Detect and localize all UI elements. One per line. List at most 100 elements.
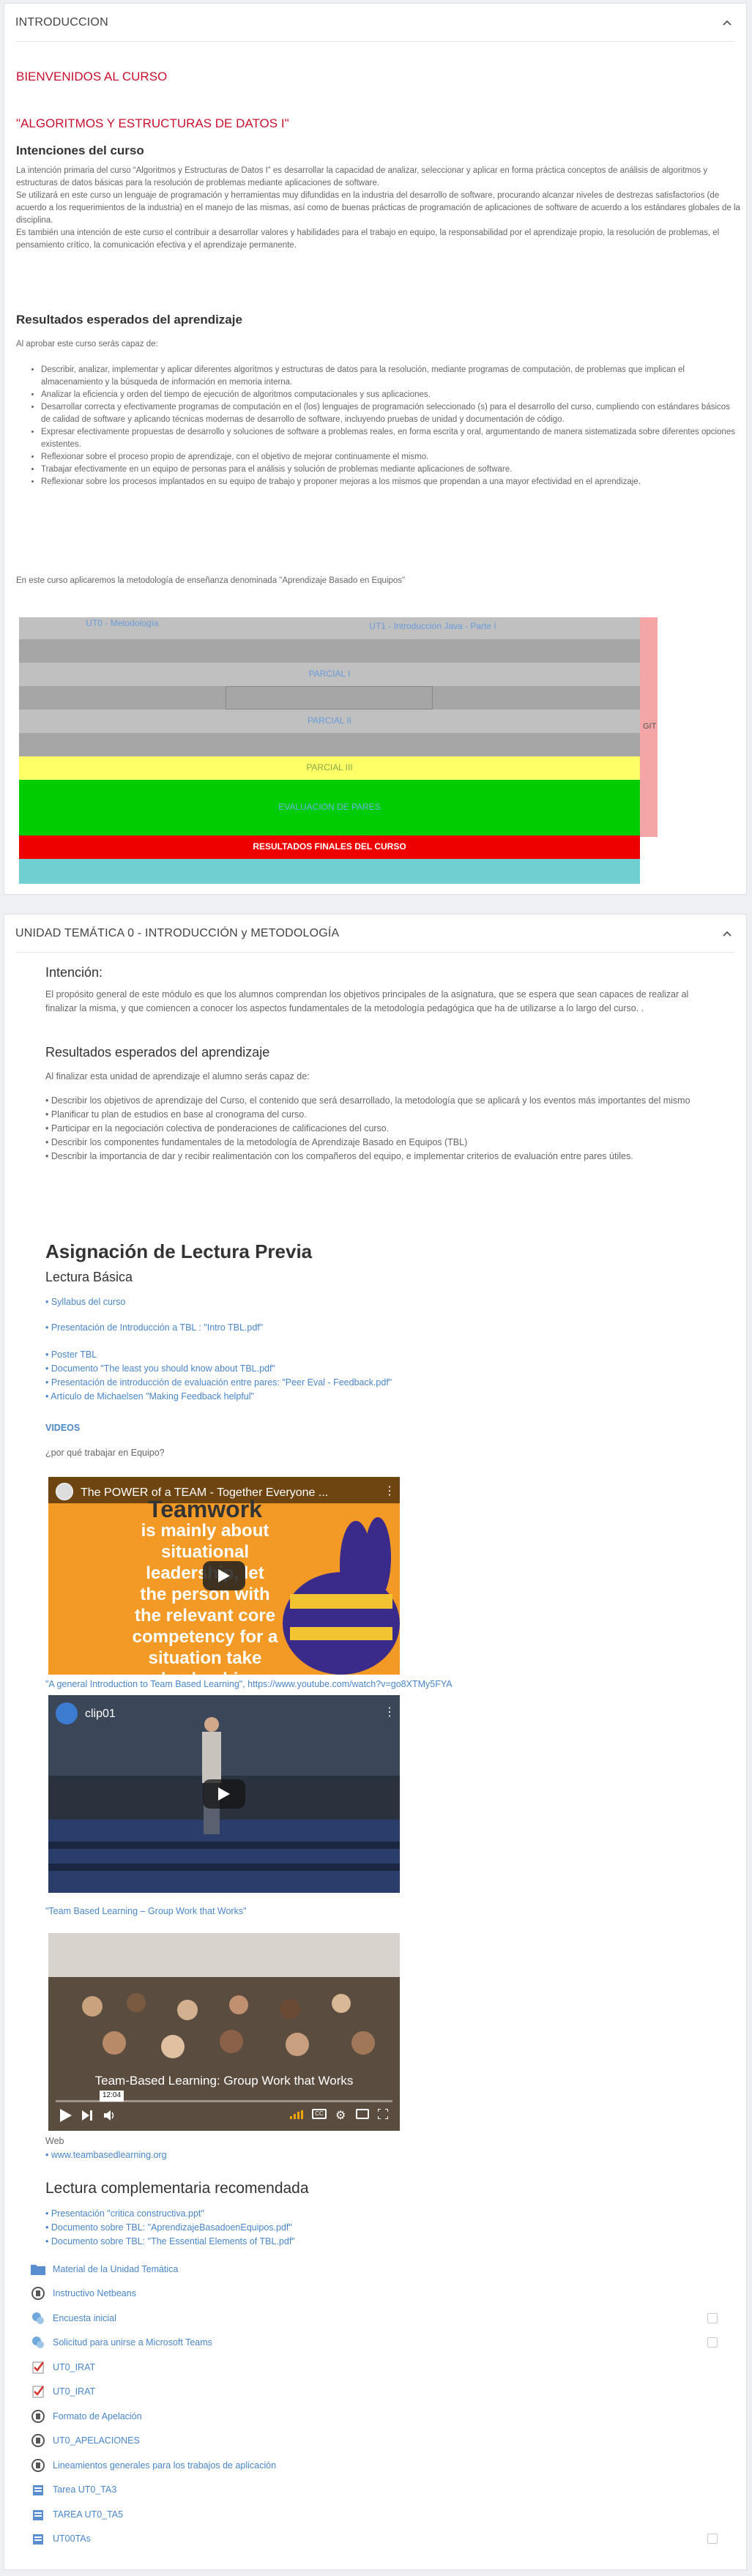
activity-row[interactable]: Formato de Apelación xyxy=(31,2408,734,2425)
assign-icon xyxy=(31,2507,45,2522)
activity-link[interactable]: Lineamientos generales para los trabajos… xyxy=(53,2459,276,2472)
schedule-cell-ut0: UT0 - Metodología xyxy=(19,617,226,628)
overlay-line: competency for a xyxy=(132,1627,278,1647)
overlay-line: situational xyxy=(160,1542,249,1562)
activity-link[interactable]: UT00TAs xyxy=(53,2532,91,2545)
basic-link[interactable]: • Syllabus del curso xyxy=(45,1295,125,1309)
completion-checkbox[interactable] xyxy=(707,2337,718,2348)
ut0-outcomes-heading: Resultados esperados del aprendizaje xyxy=(45,1045,270,1060)
activity-row[interactable]: Lineamientos generales para los trabajos… xyxy=(31,2457,734,2474)
welcome-heading: BIENVENIDOS AL CURSO xyxy=(16,70,168,83)
activity-row[interactable]: TAREA UT0_TA5 xyxy=(31,2506,734,2523)
basic-link[interactable]: • Artículo de Michaelsen "Making Feedbac… xyxy=(45,1390,254,1404)
assign-icon xyxy=(31,2482,45,2497)
activity-row[interactable]: Instructivo Netbeans xyxy=(31,2285,734,2302)
course-schedule: UT0 - Metodología UT1 - Introducción Jav… xyxy=(19,617,663,888)
survey-icon xyxy=(31,2311,45,2326)
play-icon[interactable] xyxy=(60,2109,72,2126)
basic-link[interactable]: • Presentación de introducción de evalua… xyxy=(45,1376,392,1390)
volume-icon[interactable] xyxy=(104,2110,116,2124)
schedule-cell xyxy=(19,859,640,884)
overlay-line: situation take xyxy=(148,1648,262,1668)
activity-link[interactable]: UT0_IRAT xyxy=(53,2385,95,2398)
videos-label: VIDEOS xyxy=(45,1423,81,1433)
activity-link[interactable]: Solicitud para unirse a Microsoft Teams xyxy=(53,2336,212,2349)
survey-icon xyxy=(31,2335,45,2350)
video-player[interactable]: The POWER of a TEAM - Together Everyone … xyxy=(48,1477,400,1675)
play-button[interactable] xyxy=(203,1779,245,1809)
activity-link[interactable]: Encuesta inicial xyxy=(53,2312,116,2325)
basic-link[interactable]: • Presentación de Introducción a TBL : "… xyxy=(45,1321,263,1335)
schedule-cell-ut1: UT1 - Introducción Java - Parte I xyxy=(226,617,640,639)
video-title[interactable]: clip01 xyxy=(85,1705,116,1722)
activity-row[interactable]: Encuesta inicial xyxy=(31,2309,734,2327)
captions-icon[interactable]: CC xyxy=(312,2109,327,2119)
basic-link[interactable]: • Poster TBL xyxy=(45,1348,97,1362)
list-item: • Describir la importancia de dar y reci… xyxy=(45,1151,633,1161)
channel-avatar xyxy=(56,1702,78,1724)
section-ut0: UNIDAD TEMÁTICA 0 - INTRODUCCIÓN y METOD… xyxy=(4,914,747,2570)
activity-link[interactable]: Instructivo Netbeans xyxy=(53,2287,136,2300)
activity-link[interactable]: UT0_APELACIONES xyxy=(53,2434,140,2447)
signal-icon xyxy=(290,2110,303,2123)
activity-row[interactable]: Material de la Unidad Temática xyxy=(31,2260,734,2278)
overlay-line: leadership xyxy=(110,1669,300,1675)
basic-link[interactable]: • Documento "The least you should know a… xyxy=(45,1362,275,1376)
extra-link[interactable]: • Documento sobre TBL: "AprendizajeBasad… xyxy=(45,2221,292,2235)
activity-row[interactable]: UT0_APELACIONES xyxy=(31,2432,734,2449)
video-player[interactable]: clip01 ⋮ xyxy=(48,1695,400,1893)
kebab-menu-icon[interactable]: ⋮ xyxy=(384,1704,395,1721)
fullscreen-icon[interactable] xyxy=(377,2108,389,2123)
overlay-line: is mainly about xyxy=(141,1521,269,1541)
page-icon xyxy=(31,2286,45,2301)
video-time-label: 12:04 xyxy=(100,2091,124,2102)
next-icon[interactable] xyxy=(82,2110,92,2124)
ut0-outcomes-intro: Al finalizar esta unidad de aprendizaje … xyxy=(45,1071,310,1082)
intentions-text: La intención primaria del curso “Algorit… xyxy=(16,165,741,252)
activity-row[interactable]: Tarea UT0_TA3 xyxy=(31,2481,734,2498)
kebab-menu-icon[interactable]: ⋮ xyxy=(384,1483,395,1500)
play-button[interactable] xyxy=(203,1561,245,1590)
folder-icon xyxy=(31,2262,45,2277)
activity-row[interactable]: UT0_IRAT xyxy=(31,2383,734,2400)
activity-row[interactable]: Solicitud para unirse a Microsoft Teams xyxy=(31,2334,734,2351)
extra-link[interactable]: • Documento sobre TBL: "The Essential El… xyxy=(45,2235,295,2249)
basic-reading-heading: Lectura Básica xyxy=(45,1270,133,1284)
video-caption-link[interactable]: "Team Based Learning – Group Work that W… xyxy=(45,1905,247,1918)
course-name-heading: "ALGORITMOS Y ESTRUCTURAS DE DATOS I" xyxy=(16,116,289,130)
section-ut0-header[interactable]: UNIDAD TEMÁTICA 0 - INTRODUCCIÓN y METOD… xyxy=(15,915,735,953)
gear-icon[interactable]: ⚙ xyxy=(335,2107,346,2124)
page-icon xyxy=(31,2458,45,2473)
schedule-cell xyxy=(19,686,226,710)
activity-row[interactable]: UT0_IRAT xyxy=(31,2359,734,2376)
pip-icon[interactable] xyxy=(356,2109,369,2119)
activity-row[interactable]: UT00TAs xyxy=(31,2530,734,2547)
intentions-heading: Intenciones del curso xyxy=(16,144,144,157)
schedule-parcial-2: PARCIAL II xyxy=(19,710,640,733)
extra-link[interactable]: • Presentación "critica constructiva.ppt… xyxy=(45,2207,204,2221)
activity-link[interactable]: TAREA UT0_TA5 xyxy=(53,2508,123,2521)
schedule-cell xyxy=(19,639,640,663)
completion-checkbox[interactable] xyxy=(707,2313,718,2323)
play-icon xyxy=(218,1569,230,1582)
activity-link[interactable]: Formato de Apelación xyxy=(53,2410,142,2423)
completion-checkbox[interactable] xyxy=(707,2534,718,2544)
list-item: Analizar la eficiencia y orden del tiemp… xyxy=(41,389,741,401)
list-item: Describir, analizar, implementar y aplic… xyxy=(41,364,741,389)
web-label: Web xyxy=(45,2136,64,2146)
section-intro-header[interactable]: INTRODUCCION xyxy=(15,4,735,42)
activity-link[interactable]: Tarea UT0_TA3 xyxy=(53,2483,116,2496)
section-title: UNIDAD TEMÁTICA 0 - INTRODUCCIÓN y METOD… xyxy=(15,926,340,939)
overlay-line: Teamwork xyxy=(148,1496,262,1522)
video-title[interactable]: Team-Based Learning: Group Work that Wor… xyxy=(48,2072,400,2091)
chevron-up-icon[interactable] xyxy=(719,926,735,942)
activity-link[interactable]: Material de la Unidad Temática xyxy=(53,2263,178,2276)
web-link[interactable]: • www.teambasedlearning.org xyxy=(45,2148,167,2162)
chevron-up-icon[interactable] xyxy=(719,15,735,31)
intentions-paragraph: La intención primaria del curso “Algorit… xyxy=(16,166,708,187)
schedule-parcial-1: PARCIAL I xyxy=(19,663,640,686)
video-player[interactable]: Team-Based Learning: Group Work that Wor… xyxy=(48,1933,400,2131)
activity-link[interactable]: UT0_IRAT xyxy=(53,2361,95,2374)
list-item: • Describir los objetivos de aprendizaje… xyxy=(45,1095,690,1106)
video-caption-link[interactable]: "A general Introduction to Team Based Le… xyxy=(45,1678,453,1691)
